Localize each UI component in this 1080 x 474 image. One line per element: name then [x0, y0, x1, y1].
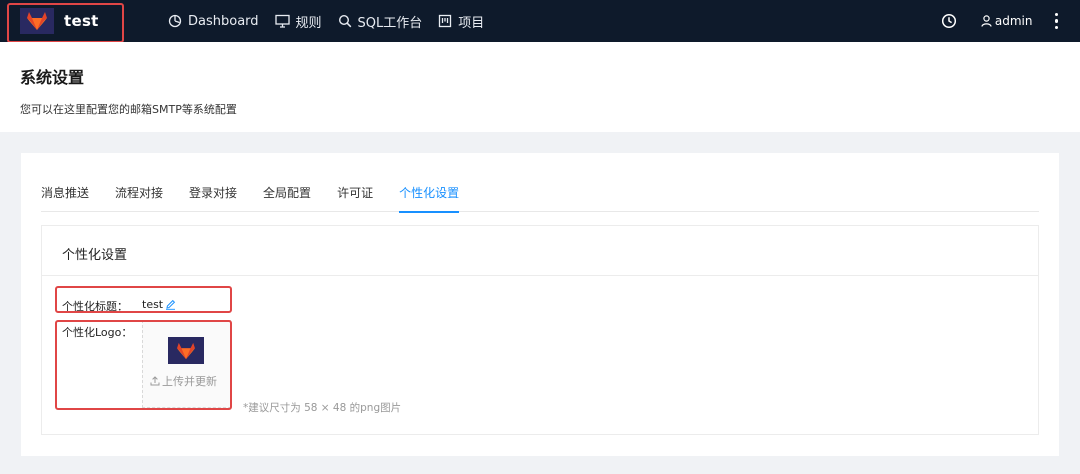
project-icon — [439, 14, 452, 28]
nav-rules[interactable]: 规则 — [274, 12, 322, 31]
user-name: admin — [994, 14, 1033, 28]
top-navbar: test Dashboard 规则 SQL工作台 项目 admin — [0, 0, 1080, 43]
nav-dashboard[interactable]: Dashboard — [168, 14, 259, 29]
panel-divider — [42, 275, 1038, 276]
nav-dashboard-label: Dashboard — [188, 13, 259, 29]
nav-sql-label: SQL工作台 — [357, 15, 423, 31]
personalization-panel: 个性化设置 个性化标题： test 个性化Logo： 上传并更新 *建议尺寸为 … — [41, 225, 1039, 435]
logo-size-hint: *建议尺寸为 58 × 48 的png图片 — [243, 402, 402, 414]
tab-global-config[interactable]: 全局配置 — [263, 183, 311, 212]
nav-projects-label: 项目 — [458, 15, 485, 31]
user-icon — [981, 15, 992, 27]
main-nav: Dashboard 规则 SQL工作台 项目 — [168, 0, 500, 42]
dashboard-icon — [168, 14, 182, 28]
monitor-icon — [274, 14, 290, 28]
nav-rules-label: 规则 — [295, 15, 322, 31]
tab-license[interactable]: 许可证 — [337, 183, 373, 212]
nav-projects[interactable]: 项目 — [438, 12, 484, 31]
panel-title: 个性化设置 — [62, 248, 128, 263]
page-description: 您可以在这里配置您的邮箱SMTP等系统配置 — [20, 103, 237, 116]
tab-personalization[interactable]: 个性化设置 — [399, 183, 460, 213]
user-menu[interactable]: admin — [981, 14, 1033, 28]
more-menu-icon[interactable] — [1054, 12, 1058, 30]
nav-sql[interactable]: SQL工作台 — [338, 12, 423, 31]
highlight-box-logo — [55, 320, 232, 410]
search-icon — [338, 14, 351, 28]
highlight-box-brand — [7, 3, 124, 43]
highlight-box-title — [55, 286, 232, 313]
nav-right: admin — [941, 0, 1058, 42]
settings-card: 消息推送 流程对接 登录对接 全局配置 许可证 个性化设置 个性化设置 个性化标… — [21, 153, 1059, 456]
history-icon[interactable] — [941, 13, 957, 29]
page-title: 系统设置 — [20, 68, 85, 87]
tab-message-push[interactable]: 消息推送 — [41, 183, 89, 212]
settings-tabs: 消息推送 流程对接 登录对接 全局配置 许可证 个性化设置 — [41, 183, 1039, 213]
tab-workflow[interactable]: 流程对接 — [115, 183, 163, 212]
tab-login[interactable]: 登录对接 — [189, 183, 237, 212]
page-header: 系统设置 您可以在这里配置您的邮箱SMTP等系统配置 — [0, 42, 1080, 132]
